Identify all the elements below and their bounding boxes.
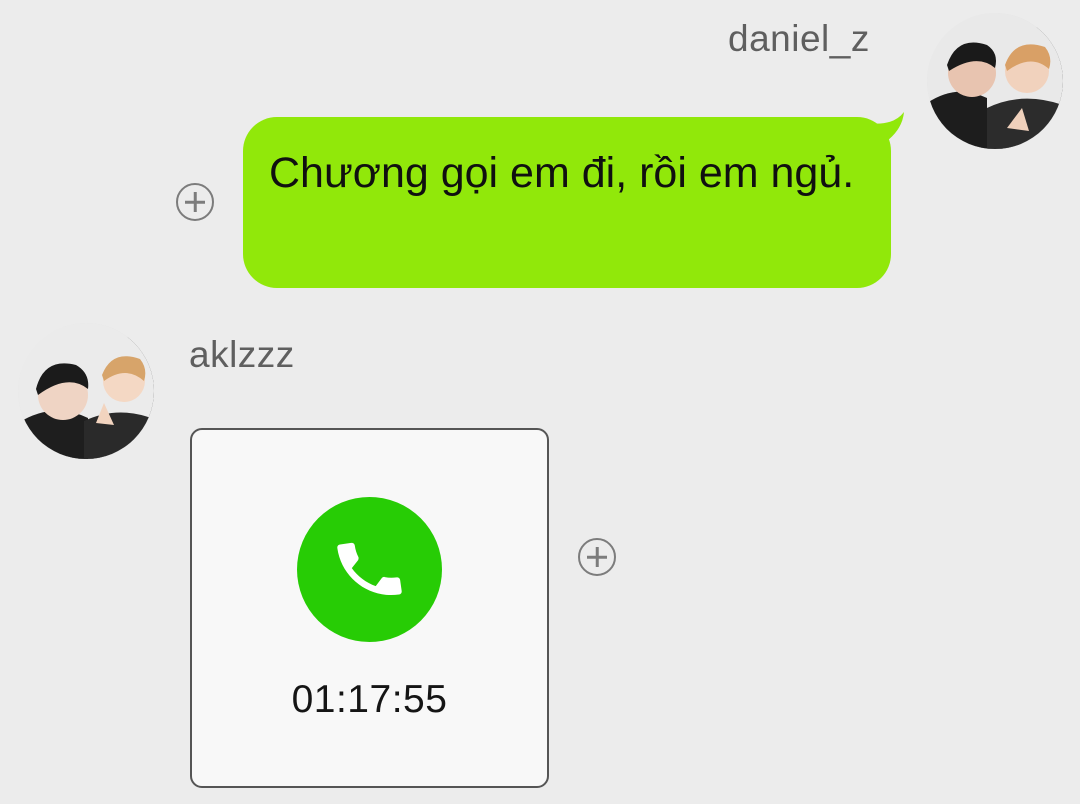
phone-icon — [337, 542, 402, 596]
call-button[interactable] — [297, 497, 442, 642]
avatar-incoming[interactable] — [18, 323, 154, 459]
message-bubble-outgoing[interactable]: Chương gọi em đi, rồi em ngủ. — [243, 117, 891, 288]
sender-name-outgoing: daniel_z — [728, 18, 870, 59]
message-text: Chương gọi em đi, rồi em ngủ. — [269, 149, 855, 197]
avatar-outgoing[interactable] — [927, 13, 1063, 149]
add-reaction-button[interactable] — [578, 538, 616, 576]
profile-photo-icon — [18, 323, 154, 459]
profile-photo-icon — [927, 13, 1063, 149]
sender-name-incoming: aklzzz — [189, 334, 295, 375]
call-duration: 01:17:55 — [291, 678, 448, 721]
voice-call-card[interactable]: 01:17:55 — [190, 428, 549, 788]
add-reaction-button[interactable] — [176, 183, 214, 221]
